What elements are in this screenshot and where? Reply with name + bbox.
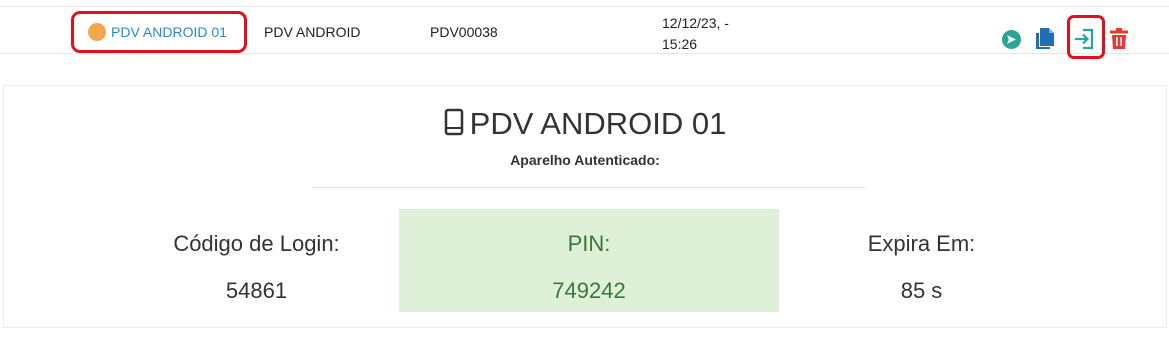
login-code-value: 54861 [225, 278, 288, 303]
date-line-2: 15:26 [662, 36, 698, 52]
panel-title-text: PDV ANDROID 01 [469, 106, 727, 141]
device-code: PDV00038 [430, 24, 498, 40]
device-auth-panel: PDV ANDROID 01 Aparelho Autenticado: Cód… [3, 85, 1167, 328]
send-button[interactable] [1002, 30, 1021, 49]
send-icon [1007, 35, 1016, 44]
pin-label: PIN: [567, 231, 611, 256]
login-code-label: Código de Login: [173, 231, 340, 256]
status-dot [88, 23, 106, 41]
login-code-block: Código de Login: 54861 [159, 209, 354, 312]
panel-subtitle: Aparelho Autenticado: [510, 152, 660, 168]
device-table-row: PDV ANDROID 01 PDV ANDROID PDV00038 12/1… [0, 6, 1169, 59]
device-date: 12/12/23, - 15:26 [662, 13, 752, 55]
device-name-link[interactable]: PDV ANDROID 01 [111, 24, 227, 40]
copy-icon [1036, 28, 1054, 49]
row-actions [1000, 15, 1140, 59]
login-button[interactable] [1073, 27, 1097, 51]
device-type: PDV ANDROID [264, 24, 361, 40]
tablet-icon [444, 108, 463, 136]
login-icon [1075, 28, 1094, 50]
panel-title: PDV ANDROID 01 [4, 105, 1166, 143]
date-line-1: 12/12/23, - [662, 15, 729, 31]
expires-label: Expira Em: [867, 231, 976, 256]
divider [312, 187, 866, 188]
device-name-cell[interactable]: PDV ANDROID 01 [71, 11, 247, 53]
expires-block: Expira Em: 85 s [824, 209, 1019, 312]
delete-button[interactable] [1110, 28, 1128, 49]
pin-block: PIN: 749242 [399, 209, 779, 312]
expires-value: 85 s [900, 278, 943, 303]
trash-icon [1110, 28, 1128, 49]
copy-button[interactable] [1034, 27, 1056, 49]
pin-value: 749242 [552, 278, 626, 303]
